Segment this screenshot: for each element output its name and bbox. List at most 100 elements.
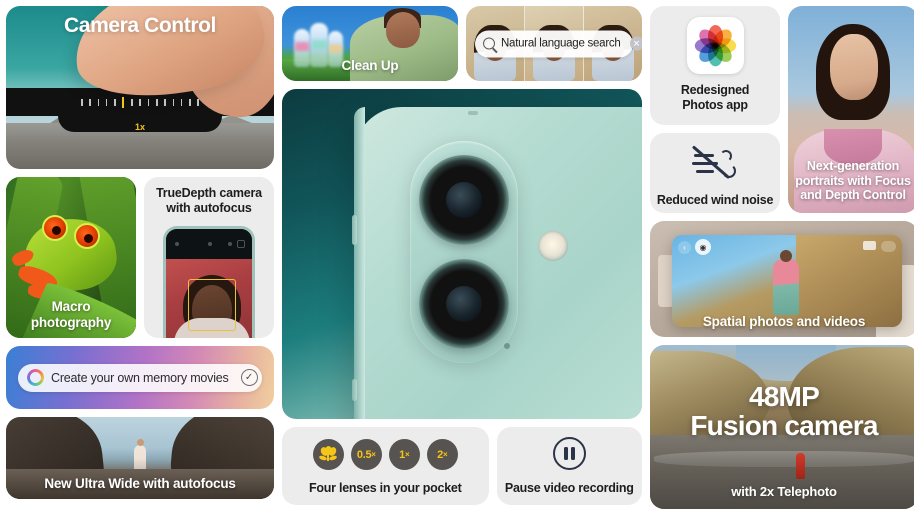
slider-thumb[interactable]	[122, 96, 125, 108]
clean-up-tile[interactable]: Clean Up	[282, 6, 458, 82]
truedepth-camera-tile[interactable]: TrueDepth camera with autofocus	[144, 177, 274, 338]
lens-button-1x[interactable]: 1 ×	[388, 439, 420, 471]
redesigned-photos-tile[interactable]: Redesigned Photos app	[650, 6, 780, 125]
lens-button-group: 0.5 × 1 × 2 ×	[282, 439, 489, 471]
lens-button-0-5x[interactable]: 0.5 ×	[350, 439, 382, 471]
clear-circle-icon[interactable]: ✕	[629, 36, 642, 51]
photos-app-icon	[686, 17, 744, 74]
pause-video-tile[interactable]: Pause video recording	[496, 427, 642, 505]
photos-label-line1: Redesigned	[680, 83, 750, 97]
microphone-hole	[504, 343, 510, 350]
capture-mode-icon[interactable]	[863, 241, 876, 250]
ultra-wide-camera-lens	[419, 259, 509, 350]
path-shape	[654, 451, 914, 467]
ultra-wide-tile[interactable]: New Ultra Wide with autofocus	[6, 417, 274, 499]
flash-icon[interactable]	[175, 242, 179, 246]
photos-label-line2: Photos app	[682, 98, 748, 113]
four-lenses-tile[interactable]: 0.5 × 1 × 2 × Four lenses in your pocket	[282, 427, 489, 505]
lens-button-macro[interactable]	[312, 439, 344, 471]
zoom-level-label: 1x	[134, 122, 146, 132]
subject-head	[386, 12, 420, 48]
autofocus-frame	[188, 279, 236, 331]
fusion-camera-tile[interactable]: 48MP Fusion camera with 2x Telephoto	[650, 345, 914, 509]
four-lenses-caption: Four lenses in your pocket	[308, 481, 462, 496]
bottom-controls-row: 0.5 × 1 × 2 × Four lenses in your pocket Pa…	[282, 427, 642, 505]
camera-control-button[interactable]	[352, 379, 357, 402]
ghost-color-accent	[295, 42, 309, 52]
fusion-headline-line2: Fusion camera	[690, 409, 878, 441]
phone-mockup	[163, 226, 255, 338]
slider-tick	[139, 98, 141, 106]
live-photo-icon[interactable]	[208, 242, 212, 246]
photos-portrait-row: Redesigned Photos app Reduced wind noise	[650, 6, 914, 213]
right-column: Redesigned Photos app Reduced wind noise	[650, 6, 914, 509]
frog-pupil	[52, 226, 61, 235]
selfie-preview	[166, 259, 252, 338]
search-value: Natural language search	[501, 37, 621, 50]
right-inner-column: Redesigned Photos app Reduced wind noise	[650, 6, 780, 213]
flash-lamp	[538, 231, 568, 262]
lens-button-2x[interactable]: 2 ×	[426, 439, 458, 471]
slider-tick	[81, 98, 83, 106]
frog-eye	[74, 223, 100, 249]
fusion-headline-line1: 48MP	[749, 381, 820, 412]
more-circle-icon[interactable]: ◉	[695, 239, 711, 255]
phone-side-edge	[354, 107, 365, 420]
slider-tick	[164, 98, 166, 106]
antenna-line	[468, 111, 478, 116]
macro-caption: Macro photography	[30, 299, 112, 331]
macro-truedepth-row: Macro photography TrueDepth camera with …	[6, 177, 274, 338]
portrait-caption-line1: Next-generation	[806, 158, 900, 173]
middle-column: Clean Up Natural language search ✕ 0.5 ×…	[282, 6, 642, 505]
subject-face	[830, 34, 878, 100]
options-pill-icon[interactable]	[881, 241, 896, 252]
camera-toolbar	[166, 229, 252, 259]
natural-language-search-tile[interactable]: Natural language search ✕	[466, 6, 642, 82]
iphone-hero-tile[interactable]	[282, 89, 642, 420]
left-column: 1x Camera Control Macro photography True…	[6, 6, 274, 505]
feature-grid: 1x Camera Control Macro photography True…	[0, 0, 914, 511]
portrait-caption: Next-generation portraits with Focus and…	[788, 159, 914, 203]
search-input[interactable]: Natural language search ✕	[475, 30, 642, 57]
checkmark-circle-icon[interactable]: ✓	[240, 369, 258, 386]
aspect-ratio-icon[interactable]	[237, 240, 245, 248]
wind-noise-label: Reduced wind noise	[656, 193, 774, 207]
ultra-wide-caption: New Ultra Wide with autofocus	[44, 476, 236, 492]
slider-tick	[114, 98, 116, 106]
top-row: Clean Up Natural language search ✕	[282, 6, 642, 82]
spatial-caption: Spatial photos and videos	[702, 314, 866, 330]
photos-app-label: Redesigned Photos app	[650, 83, 780, 114]
ghost-color-accent	[329, 44, 342, 54]
slider-tick	[131, 98, 133, 106]
camera-control-tile[interactable]: 1x Camera Control	[6, 6, 274, 169]
search-icon	[483, 37, 495, 50]
chevron-left-icon[interactable]: ‹	[678, 241, 691, 254]
pause-caption: Pause video recording	[504, 481, 634, 496]
pause-bar	[571, 447, 575, 461]
slider-tick	[147, 98, 150, 106]
person-figure	[773, 250, 800, 315]
truedepth-heading-line1: TrueDepth camera	[156, 186, 262, 200]
pause-icon[interactable]	[552, 437, 586, 471]
macro-photography-tile[interactable]: Macro photography	[6, 177, 136, 338]
spatial-photos-tile[interactable]: ‹ ◉ Spatial photos and videos	[650, 221, 914, 337]
zoom-slider[interactable]	[81, 96, 199, 108]
slider-tick	[172, 98, 175, 106]
memory-movies-tile[interactable]: Create your own memory movies ✓	[6, 346, 274, 409]
next-gen-portraits-tile[interactable]: Next-generation portraits with Focus and…	[788, 6, 914, 213]
memory-movie-input[interactable]: Create your own memory movies ✓	[18, 363, 262, 392]
volume-button[interactable]	[352, 215, 357, 246]
lens-suffix: ×	[404, 450, 410, 460]
slider-tick	[197, 98, 199, 106]
reduced-wind-noise-tile[interactable]: Reduced wind noise	[650, 133, 780, 213]
slider-tick	[156, 98, 158, 106]
slider-tick	[97, 98, 100, 106]
slider-tick	[105, 98, 108, 106]
frog-pupil	[84, 234, 93, 243]
memory-movie-text: Create your own memory movies	[51, 370, 229, 385]
macro-flower-icon	[318, 445, 338, 462]
ghost-color-accent	[312, 40, 327, 50]
timer-icon[interactable]	[228, 242, 232, 246]
fusion-subtitle: with 2x Telephoto	[731, 484, 837, 499]
apple-intelligence-ring-icon	[27, 369, 44, 386]
